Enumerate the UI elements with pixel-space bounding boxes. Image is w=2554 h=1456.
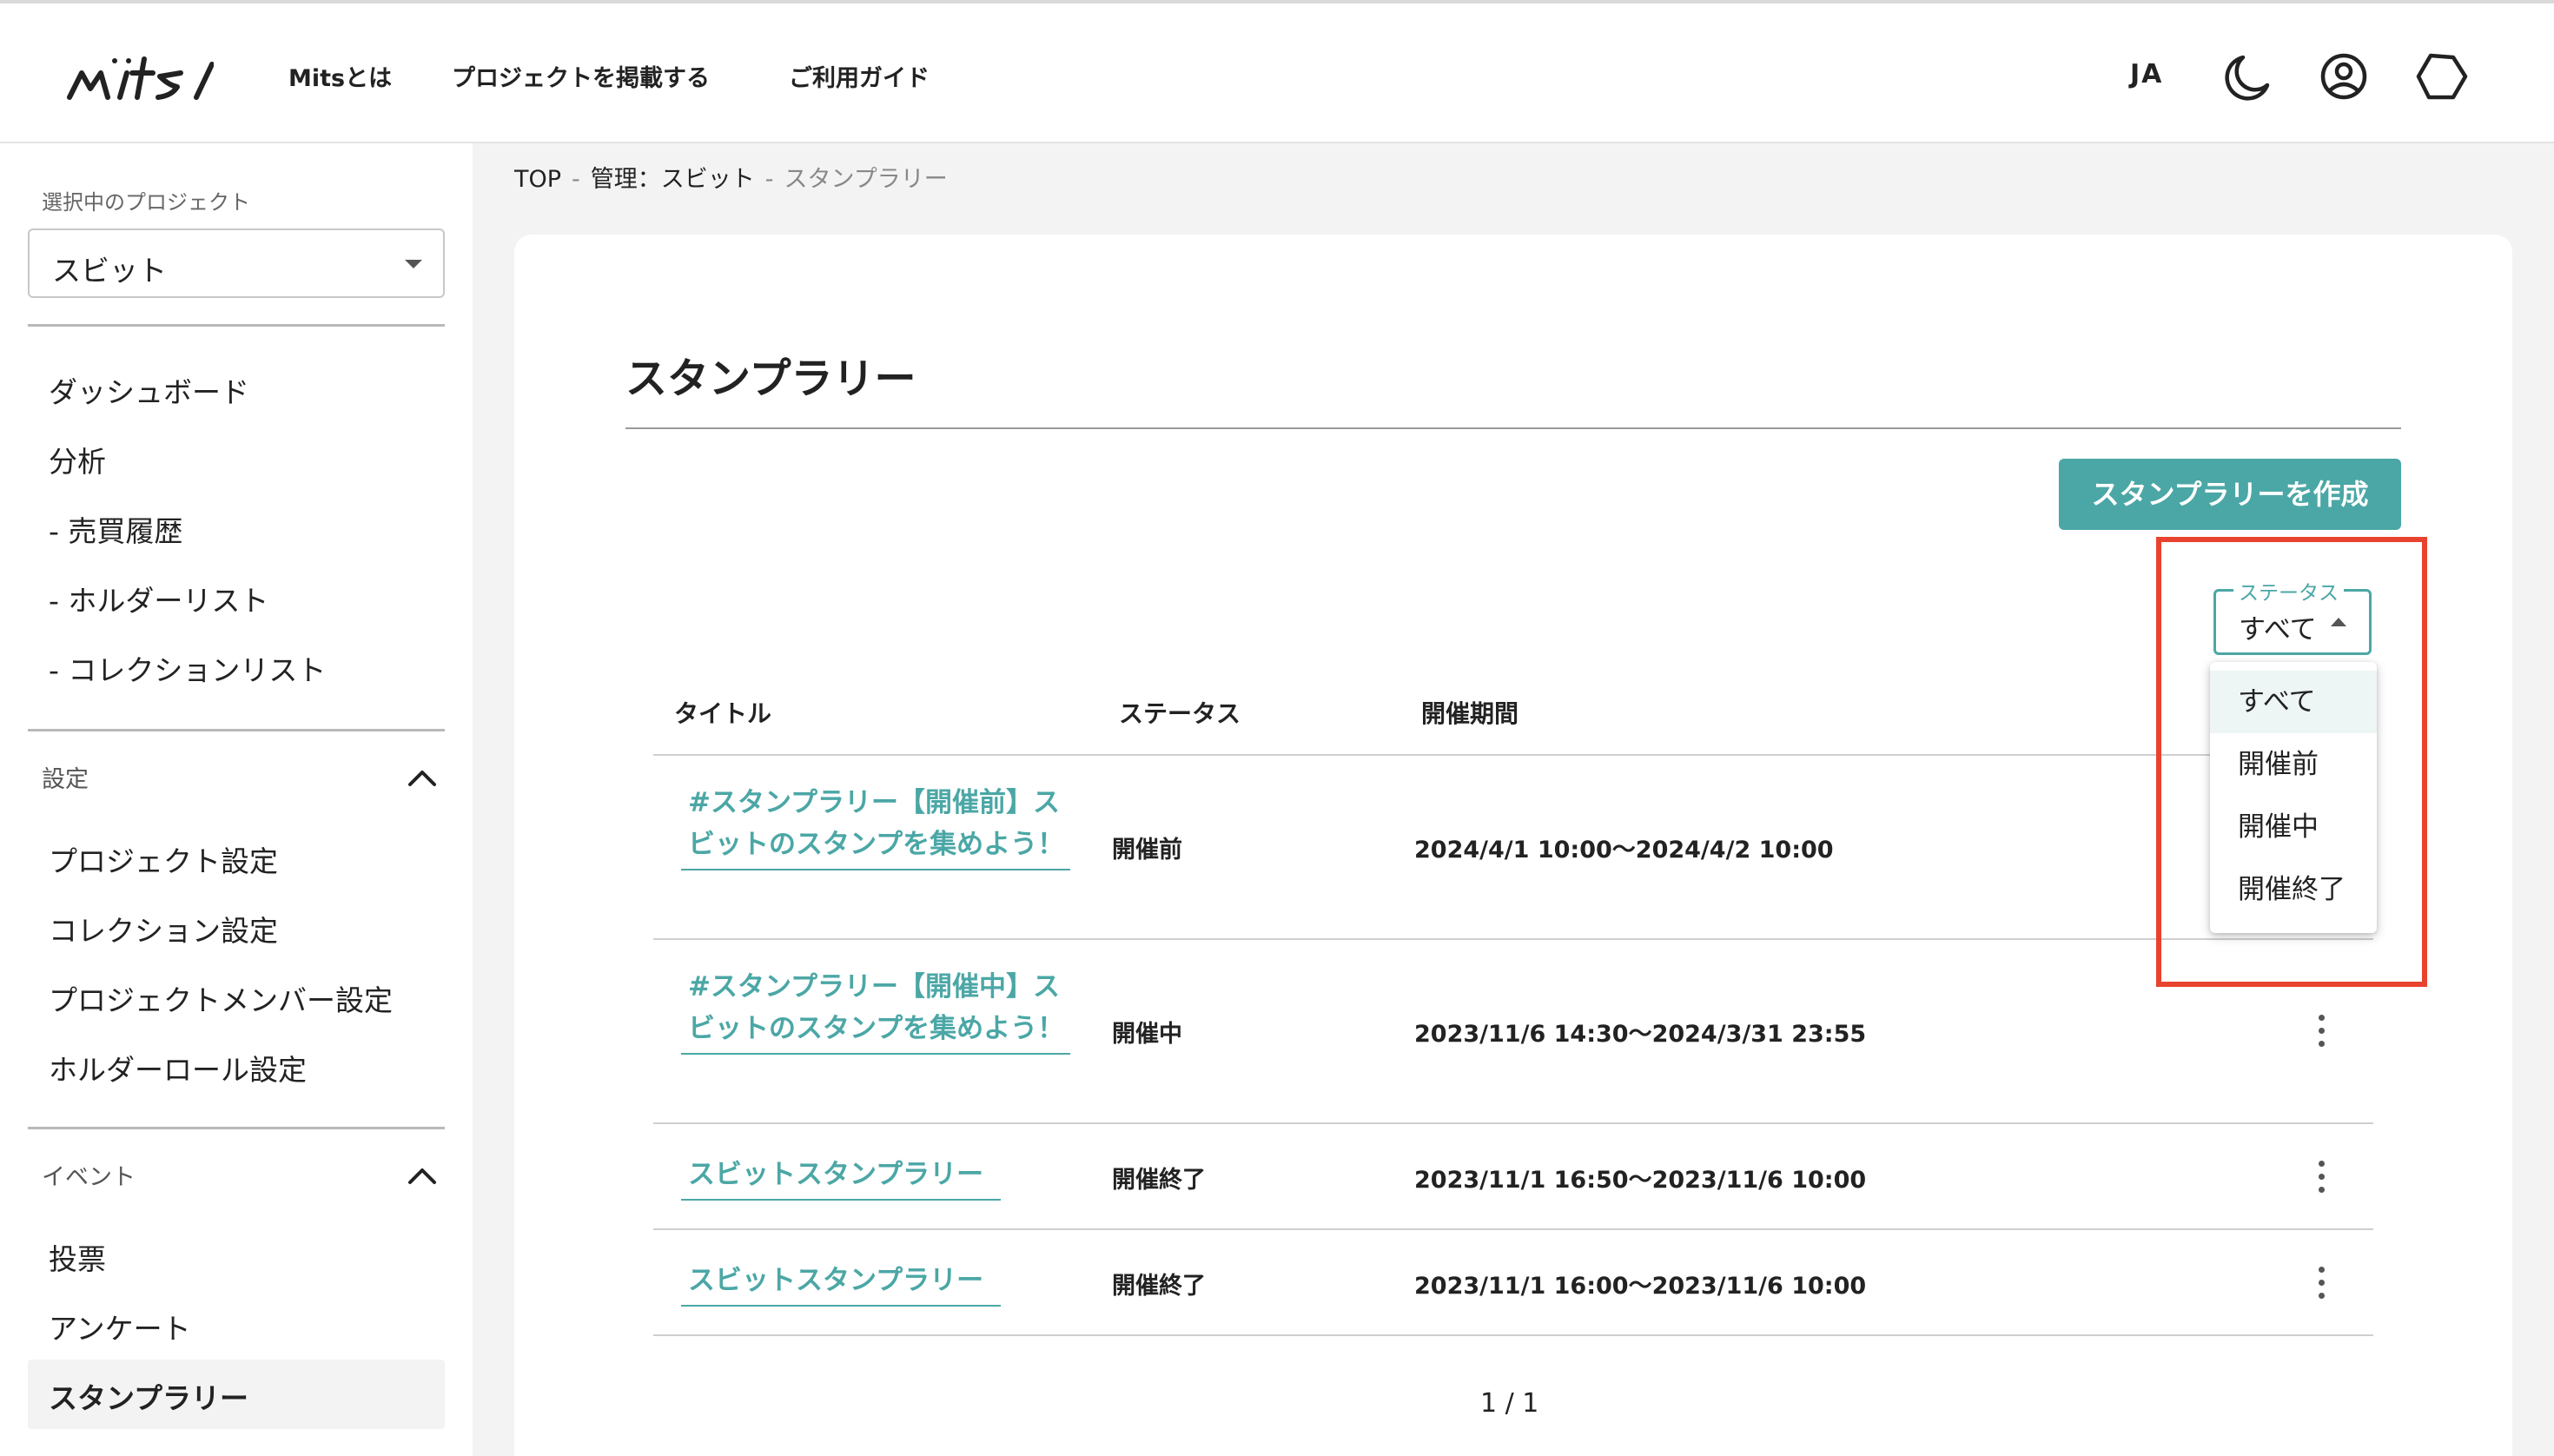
chevron-up-icon[interactable] <box>405 1158 440 1193</box>
table-divider <box>653 754 2373 756</box>
row-title-link[interactable]: スビットスタンプラリー <box>681 1154 1001 1201</box>
sidebar-item-collection-settings[interactable]: コレクション設定 <box>49 908 278 950</box>
page-title: スタンプラリー <box>625 354 916 403</box>
column-header-period: 開催期間 <box>1421 699 1519 728</box>
sidebar-item-vote[interactable]: 投票 <box>49 1236 106 1278</box>
breadcrumb-top[interactable]: TOP <box>514 166 561 193</box>
account-icon[interactable] <box>2316 49 2372 104</box>
title-divider <box>625 427 2401 429</box>
event-section-label: イベント <box>42 1164 136 1191</box>
sidebar-item-analytics[interactable]: 分析 <box>49 439 106 480</box>
row-period: 2023/11/1 16:00〜2023/11/6 10:00 <box>1414 1273 1867 1300</box>
row-period: 2023/11/1 16:50〜2023/11/6 10:00 <box>1414 1167 1867 1194</box>
sidebar-item-trade-history[interactable]: - 売買履歴 <box>49 508 182 550</box>
sidebar-item-survey[interactable]: アンケート <box>49 1306 191 1347</box>
column-header-title: タイトル <box>674 699 772 728</box>
sidebar-item-holder-role-settings[interactable]: ホルダーロール設定 <box>49 1047 307 1089</box>
highlight-annotation-box <box>2156 537 2427 987</box>
row-status: 開催終了 <box>1112 1273 1206 1300</box>
project-select[interactable]: スビット <box>28 228 445 298</box>
sidebar-item-member-settings[interactable]: プロジェクトメンバー設定 <box>49 977 393 1019</box>
caret-down-icon <box>405 260 422 268</box>
pagination: 1 / 1 <box>1480 1388 1539 1419</box>
top-header: Mitsとは プロジェクトを掲載する ご利用ガイド JA <box>0 0 2554 143</box>
nav-guide[interactable]: ご利用ガイド <box>789 59 930 93</box>
row-status: 開催前 <box>1112 837 1182 864</box>
table-divider <box>653 1122 2373 1124</box>
sidebar-item-holder-list[interactable]: - ホルダーリスト <box>49 578 268 619</box>
breadcrumb-current: スタンプラリー <box>784 166 948 193</box>
mits-logo-mark <box>67 56 215 100</box>
row-title-link[interactable]: スビットスタンプラリー <box>681 1260 1001 1307</box>
divider <box>28 1127 445 1129</box>
sidebar: 選択中のプロジェクト スビット ダッシュボード 分析 - 売買履歴 - ホルダー… <box>0 143 473 1456</box>
table-divider <box>653 1334 2373 1336</box>
sidebar-item-project-settings[interactable]: プロジェクト設定 <box>49 838 278 880</box>
table-divider <box>653 938 2373 940</box>
nav-list-project[interactable]: プロジェクトを掲載する <box>452 59 710 93</box>
divider <box>28 324 445 327</box>
row-title-link[interactable]: #スタンプラリー【開催前】スビットのスタンプを集めよう！ <box>681 782 1070 870</box>
project-caption: 選択中のプロジェクト <box>42 190 250 215</box>
language-switch[interactable]: JA <box>2130 59 2163 89</box>
more-vert-icon[interactable] <box>2312 1015 2330 1053</box>
sidebar-item-stamp-rally[interactable]: スタンプラリー <box>49 1375 248 1417</box>
settings-section-label: 設定 <box>42 766 89 793</box>
hexagon-icon[interactable] <box>2413 49 2469 104</box>
row-period: 2023/11/6 14:30〜2024/3/31 23:55 <box>1414 1021 1867 1048</box>
breadcrumb: TOP - 管理：スビット - スタンプラリー <box>514 166 948 193</box>
project-select-value: スビット <box>52 254 167 288</box>
divider <box>28 729 445 731</box>
row-period: 2024/4/1 10:00〜2024/4/2 10:00 <box>1414 837 1834 864</box>
more-vert-icon[interactable] <box>2312 1267 2330 1305</box>
sidebar-item-dashboard[interactable]: ダッシュボード <box>49 369 249 411</box>
row-status: 開催終了 <box>1112 1167 1206 1194</box>
sidebar-item-collection-list[interactable]: - コレクションリスト <box>49 647 326 689</box>
more-vert-icon[interactable] <box>2312 1161 2330 1199</box>
mits-logo[interactable] <box>66 47 215 108</box>
column-header-status: ステータス <box>1119 699 1241 728</box>
breadcrumb-admin[interactable]: 管理：スビット <box>591 166 755 193</box>
chevron-up-icon[interactable] <box>405 760 440 795</box>
row-status: 開催中 <box>1112 1021 1182 1048</box>
table-divider <box>653 1228 2373 1230</box>
nav-about-mits[interactable]: Mitsとは <box>288 59 392 93</box>
create-stamp-rally-button[interactable]: スタンプラリーを作成 <box>2059 459 2401 530</box>
moon-icon[interactable] <box>2220 49 2276 104</box>
row-title-link[interactable]: #スタンプラリー【開催中】スビットのスタンプを集めよう！ <box>681 966 1070 1055</box>
